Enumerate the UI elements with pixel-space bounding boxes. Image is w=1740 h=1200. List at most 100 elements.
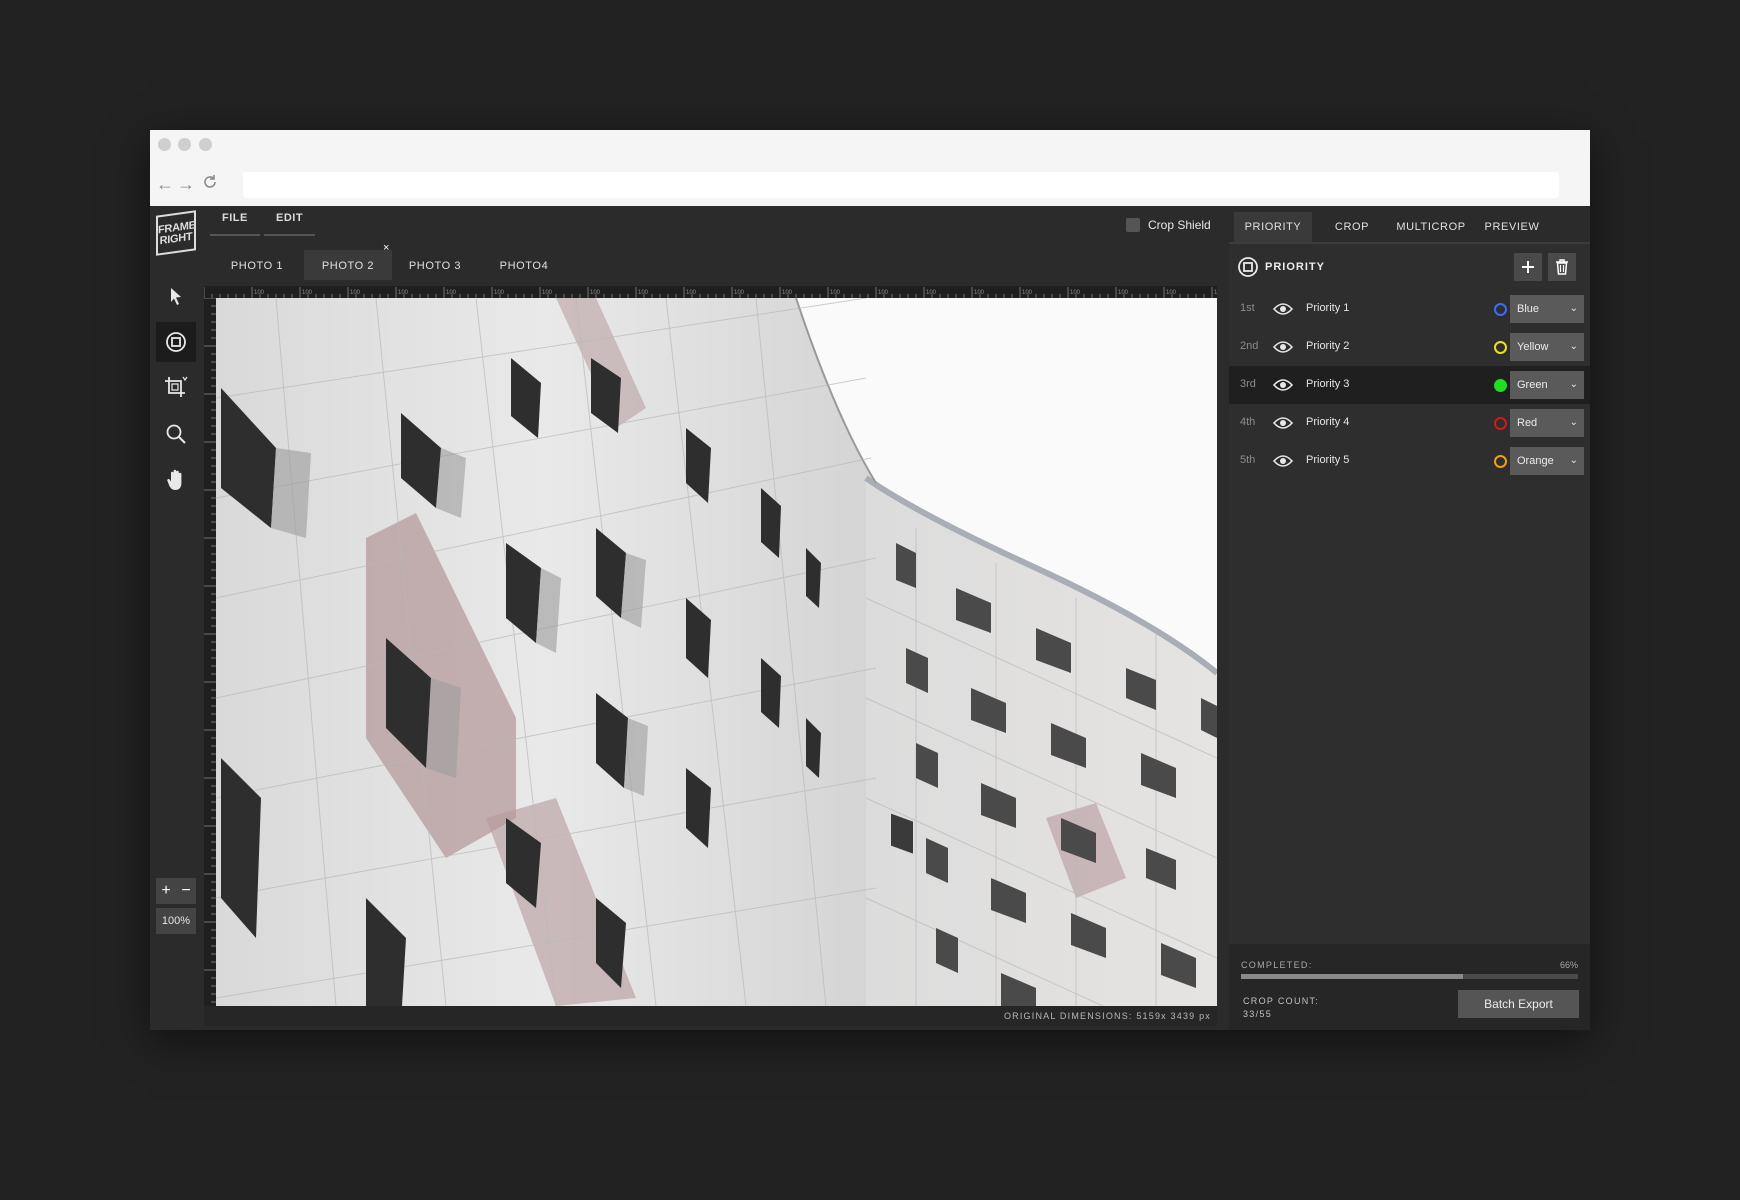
trash-icon [1556, 259, 1568, 275]
pointer-tool[interactable] [156, 276, 196, 316]
window-maximize-dot[interactable] [199, 138, 212, 151]
reload-icon[interactable] [202, 174, 218, 194]
zoom-out-button[interactable]: − [181, 882, 190, 900]
svg-text:100: 100 [590, 290, 601, 296]
svg-text:100: 100 [830, 290, 841, 296]
frame-right-logo: FRAME RIGHT [156, 210, 196, 256]
priority-row[interactable]: 2nd Priority 2 Yellow ⌄ [1229, 328, 1590, 366]
priority-row[interactable]: 4th Priority 4 Red ⌄ [1229, 404, 1590, 442]
svg-text:100: 100 [1214, 290, 1217, 296]
zoom-controls: + − [156, 878, 196, 904]
tab-preview[interactable]: PREVIEW [1475, 212, 1549, 242]
address-bar[interactable] [243, 172, 1559, 198]
priority-row[interactable]: 1st Priority 1 Blue ⌄ [1229, 290, 1590, 328]
completed-progress-fill [1241, 974, 1464, 979]
crop-shield-checkbox[interactable] [1126, 218, 1140, 232]
svg-text:100: 100 [1118, 290, 1129, 296]
eye-icon[interactable] [1272, 454, 1294, 473]
back-arrow-icon[interactable]: ← [156, 174, 174, 194]
building-photo [216, 298, 1217, 1006]
hand-icon [167, 469, 182, 490]
photo-tab-3[interactable]: PHOTO 3 [392, 250, 478, 280]
priority-color-indicator [1494, 455, 1507, 468]
completed-label: COMPLETED: [1241, 960, 1313, 970]
delete-priority-button[interactable] [1548, 253, 1576, 281]
original-dimensions: ORIGINAL DIMENSIONS: 5159x 3439 px [204, 1006, 1217, 1026]
priority-icon [1238, 257, 1258, 277]
chevron-down-icon: ⌄ [1569, 303, 1578, 314]
add-priority-button[interactable] [1514, 253, 1542, 281]
priority-row[interactable]: 3rd Priority 3 Green ⌄ [1229, 366, 1590, 404]
priority-rank: 1st [1240, 302, 1255, 314]
svg-text:100: 100 [926, 290, 937, 296]
priority-name: Priority 1 [1306, 302, 1350, 314]
eye-icon[interactable] [1272, 378, 1294, 397]
eye-icon[interactable] [1272, 416, 1294, 435]
completed-percent: 66% [1559, 960, 1578, 970]
svg-text:100: 100 [1166, 290, 1177, 296]
chevron-down-icon: ⌄ [1569, 341, 1578, 352]
panel-tabs: PRIORITY CROP MULTICROP PREVIEW [1229, 212, 1590, 244]
priority-color-select[interactable]: Yellow ⌄ [1510, 333, 1584, 361]
priority-icon [166, 332, 186, 352]
svg-text:100: 100 [878, 290, 889, 296]
eye-icon[interactable] [1272, 340, 1294, 359]
priority-color-select[interactable]: Blue ⌄ [1510, 295, 1584, 323]
window-minimize-dot[interactable] [178, 138, 191, 151]
forward-arrow-icon[interactable]: → [177, 174, 195, 194]
priority-color-indicator [1494, 417, 1507, 430]
tab-crop[interactable]: CROP [1317, 212, 1387, 242]
plus-icon [1522, 261, 1534, 273]
photo-tab-1[interactable]: PHOTO 1 [216, 250, 298, 280]
tab-priority[interactable]: PRIORITY [1234, 212, 1312, 242]
photo-tab-2-label: PHOTO 2 [321, 260, 375, 272]
crop-count-label: CROP COUNT: [1243, 996, 1320, 1006]
svg-text:100: 100 [1022, 290, 1033, 296]
svg-text:100: 100 [494, 290, 505, 296]
svg-text:100: 100 [302, 290, 313, 296]
priority-tool[interactable] [156, 322, 196, 362]
pointer-icon [171, 288, 181, 305]
browser-chrome: ← → [150, 130, 1590, 206]
priority-color-select[interactable]: Red ⌄ [1510, 409, 1584, 437]
tab-multicrop[interactable]: MULTICROP [1391, 212, 1471, 242]
photo-tab-4[interactable]: PHOTO4 [480, 250, 568, 280]
chevron-down-icon: ⌄ [1569, 379, 1578, 390]
crop-count-value: 33/55 [1243, 1009, 1273, 1019]
crop-shield-label: Crop Shield [1148, 218, 1211, 232]
eye-icon[interactable] [1272, 302, 1294, 321]
zoom-tool[interactable] [156, 414, 196, 454]
priority-color-name: Red [1517, 417, 1538, 429]
priority-color-name: Yellow [1517, 341, 1549, 353]
priority-color-name: Blue [1517, 303, 1540, 315]
priority-name: Priority 4 [1306, 416, 1350, 428]
priority-color-indicator [1494, 303, 1507, 316]
crop-tool[interactable] [156, 368, 196, 408]
priority-color-select[interactable]: Green ⌄ [1510, 371, 1584, 399]
photo-canvas[interactable] [216, 298, 1217, 1006]
crop-shield-toggle[interactable]: Crop Shield [1126, 218, 1211, 232]
photo-tab-2[interactable]: PHOTO 2 × [304, 242, 392, 280]
priority-rank: 4th [1240, 416, 1256, 428]
svg-text:100: 100 [782, 290, 793, 296]
batch-export-button[interactable]: Batch Export [1458, 990, 1579, 1018]
window-close-dot[interactable] [158, 138, 171, 151]
crop-icon [165, 376, 188, 397]
svg-text:100: 100 [446, 290, 457, 296]
search-icon [166, 424, 186, 444]
priority-row[interactable]: 5th Priority 5 Orange ⌄ [1229, 442, 1590, 480]
hand-tool[interactable] [156, 460, 196, 500]
priority-panel-footer: COMPLETED: 66% CROP COUNT: 33/55 Batch E… [1229, 944, 1590, 1030]
completed-progress-bar [1241, 974, 1578, 979]
browser-window: ← → FRAME RIGHT FILE EDIT Crop Shield PR… [150, 130, 1590, 1030]
svg-text:100: 100 [638, 290, 649, 296]
priority-color-select[interactable]: Orange ⌄ [1510, 447, 1584, 475]
close-tab-icon[interactable]: × [383, 242, 390, 254]
zoom-in-button[interactable]: + [161, 882, 170, 900]
priority-color-name: Orange [1517, 455, 1554, 467]
svg-text:100: 100 [974, 290, 985, 296]
menu-file[interactable]: FILE [210, 212, 260, 236]
priority-rank: 5th [1240, 454, 1256, 466]
svg-text:100: 100 [398, 290, 409, 296]
menu-edit[interactable]: EDIT [264, 212, 316, 236]
